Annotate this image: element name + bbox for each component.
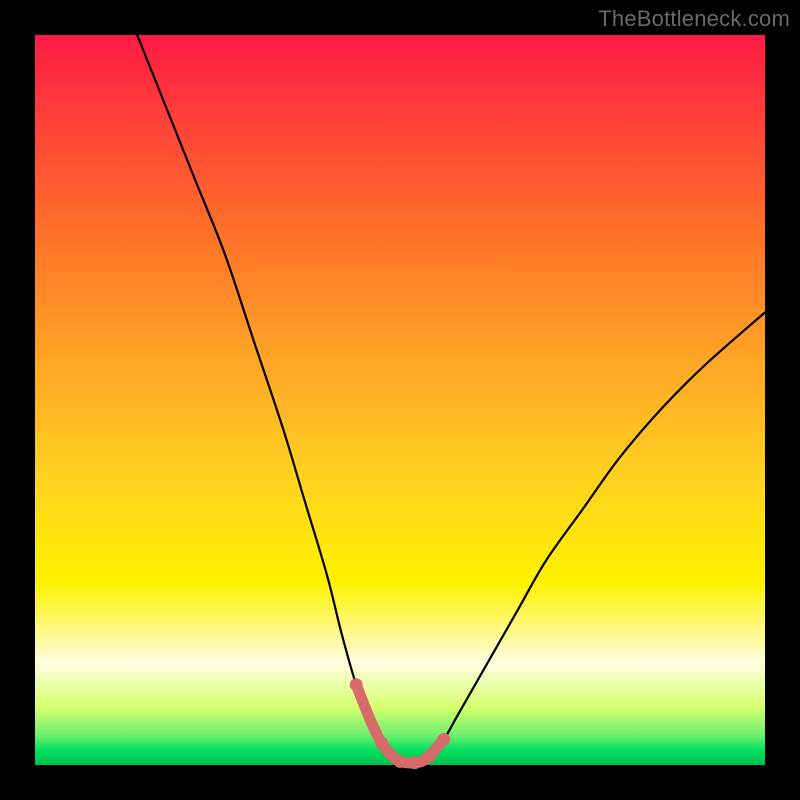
bottleneck-curve [137,35,765,763]
plot-area [35,35,765,765]
watermark-text: TheBottleneck.com [598,6,790,32]
highlight-dot [375,737,388,750]
highlight-dot [437,733,450,746]
highlight-dot [350,678,363,691]
highlight-dot [394,755,407,768]
highlight-dot [408,756,421,769]
chart-frame: TheBottleneck.com [0,0,800,800]
curve-svg [35,35,765,765]
highlight-dot [423,750,436,763]
